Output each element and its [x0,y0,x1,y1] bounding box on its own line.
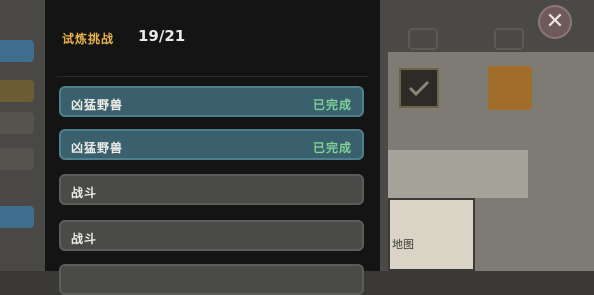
background-slot-icon [408,28,438,50]
background-strip [388,150,528,198]
task-row[interactable]: 凶猛野兽 已完成 [59,86,364,117]
task-row[interactable]: 战斗 [59,220,364,251]
task-row[interactable] [59,264,364,295]
background-tab [0,40,34,62]
trial-challenge-modal: 试炼挑战 19/21 凶猛野兽 已完成 凶猛野兽 已完成 战斗 战斗 [45,0,380,295]
modal-title: 试炼挑战 [62,32,115,46]
close-button[interactable]: ✕ [538,5,572,39]
background-item-icon [488,66,532,110]
map-label: 地图 [392,238,414,251]
background-tab [0,80,34,102]
task-status: 已完成 [312,141,352,155]
task-status: 已完成 [312,98,352,112]
background-slot-icon [494,28,524,50]
task-label: 战斗 [71,232,98,246]
progress-counter: 19/21 [138,27,186,45]
header-divider [57,76,368,77]
background-tab [0,148,34,170]
close-icon: ✕ [545,9,565,34]
task-label: 战斗 [71,186,98,200]
modal-header: 试炼挑战 19/21 [45,0,380,78]
task-row[interactable]: 战斗 [59,174,364,205]
background-tab [0,112,34,134]
background-left-panel [0,0,45,271]
task-label: 凶猛野兽 [71,98,124,112]
checkmark-icon [399,68,439,108]
background-tab [0,206,34,228]
task-row[interactable]: 凶猛野兽 已完成 [59,129,364,160]
task-label: 凶猛野兽 [71,141,124,155]
map-panel: 地图 [388,198,475,271]
